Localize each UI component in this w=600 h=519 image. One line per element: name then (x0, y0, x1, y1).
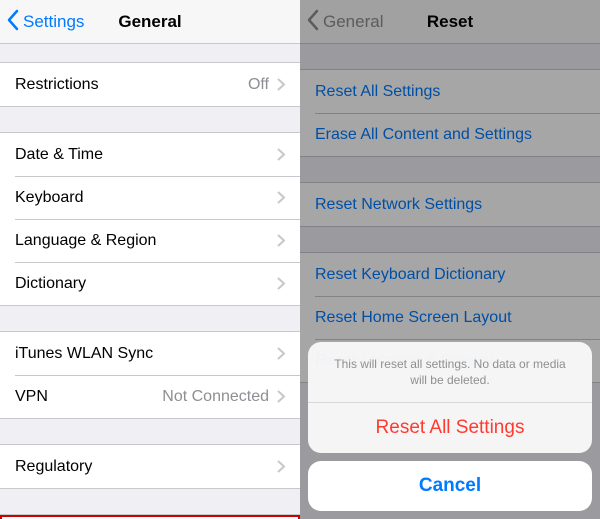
navbar-general: Settings General (0, 0, 300, 44)
row-label: Language & Region (15, 232, 277, 250)
chevron-right-icon (277, 390, 285, 403)
chevron-right-icon (277, 460, 285, 473)
chevron-right-icon (277, 234, 285, 247)
row-label: Keyboard (15, 189, 277, 207)
chevron-right-icon (277, 148, 285, 161)
chevron-right-icon (277, 277, 285, 290)
row-label: Restrictions (15, 76, 248, 94)
screen-reset: General Reset Reset All Settings Erase A… (300, 0, 600, 519)
row-label: VPN (15, 388, 162, 406)
row-date-time[interactable]: Date & Time (0, 133, 300, 176)
row-value: Off (248, 76, 269, 94)
row-restrictions[interactable]: Restrictions Off (0, 63, 300, 106)
page-title-general: General (118, 12, 181, 32)
back-label: Settings (23, 12, 84, 32)
chevron-right-icon (277, 347, 285, 360)
row-label: iTunes WLAN Sync (15, 345, 277, 363)
chevron-right-icon (277, 191, 285, 204)
row-dictionary[interactable]: Dictionary (0, 262, 300, 305)
back-button-settings[interactable]: Settings (6, 0, 84, 44)
chevron-left-icon (6, 9, 23, 36)
row-itunes-wlan-sync[interactable]: iTunes WLAN Sync (0, 332, 300, 375)
action-reset-all-settings[interactable]: Reset All Settings (308, 402, 592, 453)
action-sheet-message: This will reset all settings. No data or… (308, 342, 592, 402)
row-label: Dictionary (15, 275, 277, 293)
row-vpn[interactable]: VPN Not Connected (0, 375, 300, 418)
action-sheet-block: This will reset all settings. No data or… (308, 342, 592, 453)
row-language-region[interactable]: Language & Region (0, 219, 300, 262)
screen-general: Settings General Restrictions Off Date &… (0, 0, 300, 519)
row-keyboard[interactable]: Keyboard (0, 176, 300, 219)
chevron-right-icon (277, 78, 285, 91)
row-label: Regulatory (15, 458, 277, 476)
action-sheet: This will reset all settings. No data or… (308, 342, 592, 511)
row-value: Not Connected (162, 388, 269, 406)
row-regulatory[interactable]: Regulatory (0, 445, 300, 488)
row-reset[interactable]: Reset (0, 515, 300, 519)
action-cancel[interactable]: Cancel (308, 461, 592, 511)
row-label: Date & Time (15, 146, 277, 164)
